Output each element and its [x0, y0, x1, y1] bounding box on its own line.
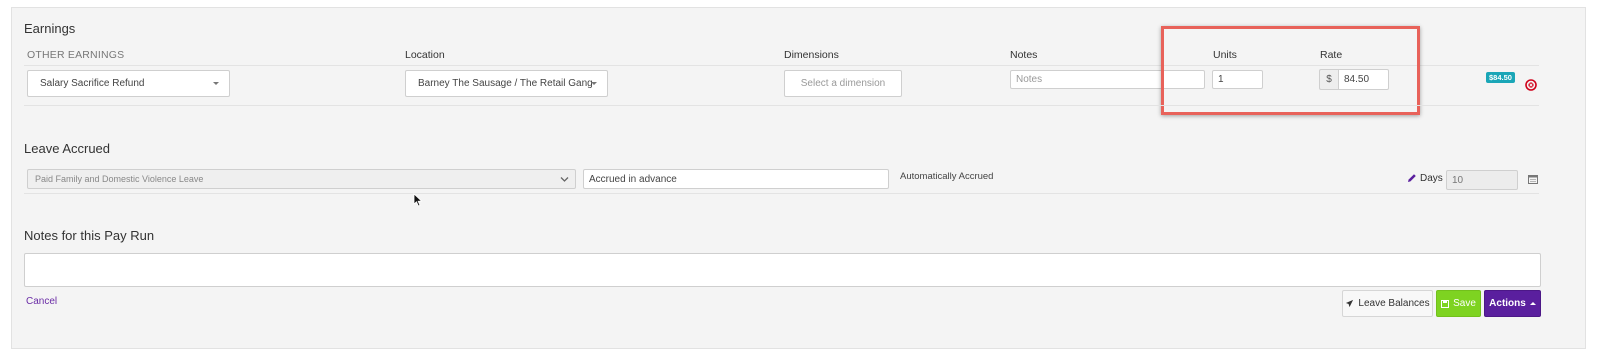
accrual-status-text: Automatically Accrued [900, 171, 994, 182]
units-rate-highlight-box [1161, 26, 1420, 115]
dimension-select[interactable]: Select a dimension [784, 70, 902, 97]
leave-days-input[interactable]: 10 [1446, 170, 1518, 190]
column-header-location: Location [405, 49, 445, 61]
floppy-disk-icon [1441, 299, 1450, 308]
earning-type-select[interactable]: Salary Sacrifice Refund [27, 70, 230, 97]
column-header-other-earnings: OTHER EARNINGS [27, 49, 125, 61]
column-header-notes: Notes [1010, 49, 1038, 61]
caret-up-icon [1529, 302, 1536, 305]
cancel-link[interactable]: Cancel [26, 296, 57, 307]
leave-balances-button[interactable]: Leave Balances [1342, 290, 1433, 317]
dimension-placeholder: Select a dimension [800, 78, 886, 89]
calendar-icon[interactable] [1528, 174, 1538, 184]
actions-dropdown-button[interactable]: Actions [1484, 290, 1541, 317]
save-button[interactable]: Save [1436, 290, 1481, 317]
pay-run-notes-title: Notes for this Pay Run [24, 228, 155, 243]
plane-icon [1346, 299, 1354, 308]
accrual-method-input[interactable]: Accrued in advance [583, 169, 889, 189]
remove-circle-icon[interactable] [1525, 79, 1537, 91]
earnings-section-title: Earnings [24, 21, 76, 36]
location-select[interactable]: Barney The Sausage / The Retail Gang [405, 70, 608, 97]
actions-label: Actions [1489, 298, 1526, 309]
days-label: Days [1420, 173, 1443, 184]
pencil-icon[interactable] [1407, 173, 1417, 183]
chevron-down-icon [591, 82, 597, 85]
save-label: Save [1453, 298, 1476, 309]
pay-run-notes-textarea[interactable] [24, 253, 1541, 287]
earnings-row-divider [24, 105, 1539, 106]
leave-balances-label: Leave Balances [1358, 298, 1430, 309]
chevron-down-icon [560, 177, 569, 182]
location-value: Barney The Sausage / The Retail Gang [418, 78, 593, 89]
mouse-cursor-icon [413, 193, 423, 207]
leave-accrued-section-title: Leave Accrued [24, 141, 111, 156]
leave-type-select[interactable]: Paid Family and Domestic Violence Leave [27, 169, 576, 189]
chevron-down-icon [213, 82, 219, 85]
earning-total-badge: $84.50 [1486, 72, 1515, 83]
column-header-dimensions: Dimensions [784, 49, 839, 61]
leave-row-divider [24, 193, 1539, 194]
earning-type-value: Salary Sacrifice Refund [40, 78, 145, 89]
leave-type-value: Paid Family and Domestic Violence Leave [35, 174, 204, 184]
